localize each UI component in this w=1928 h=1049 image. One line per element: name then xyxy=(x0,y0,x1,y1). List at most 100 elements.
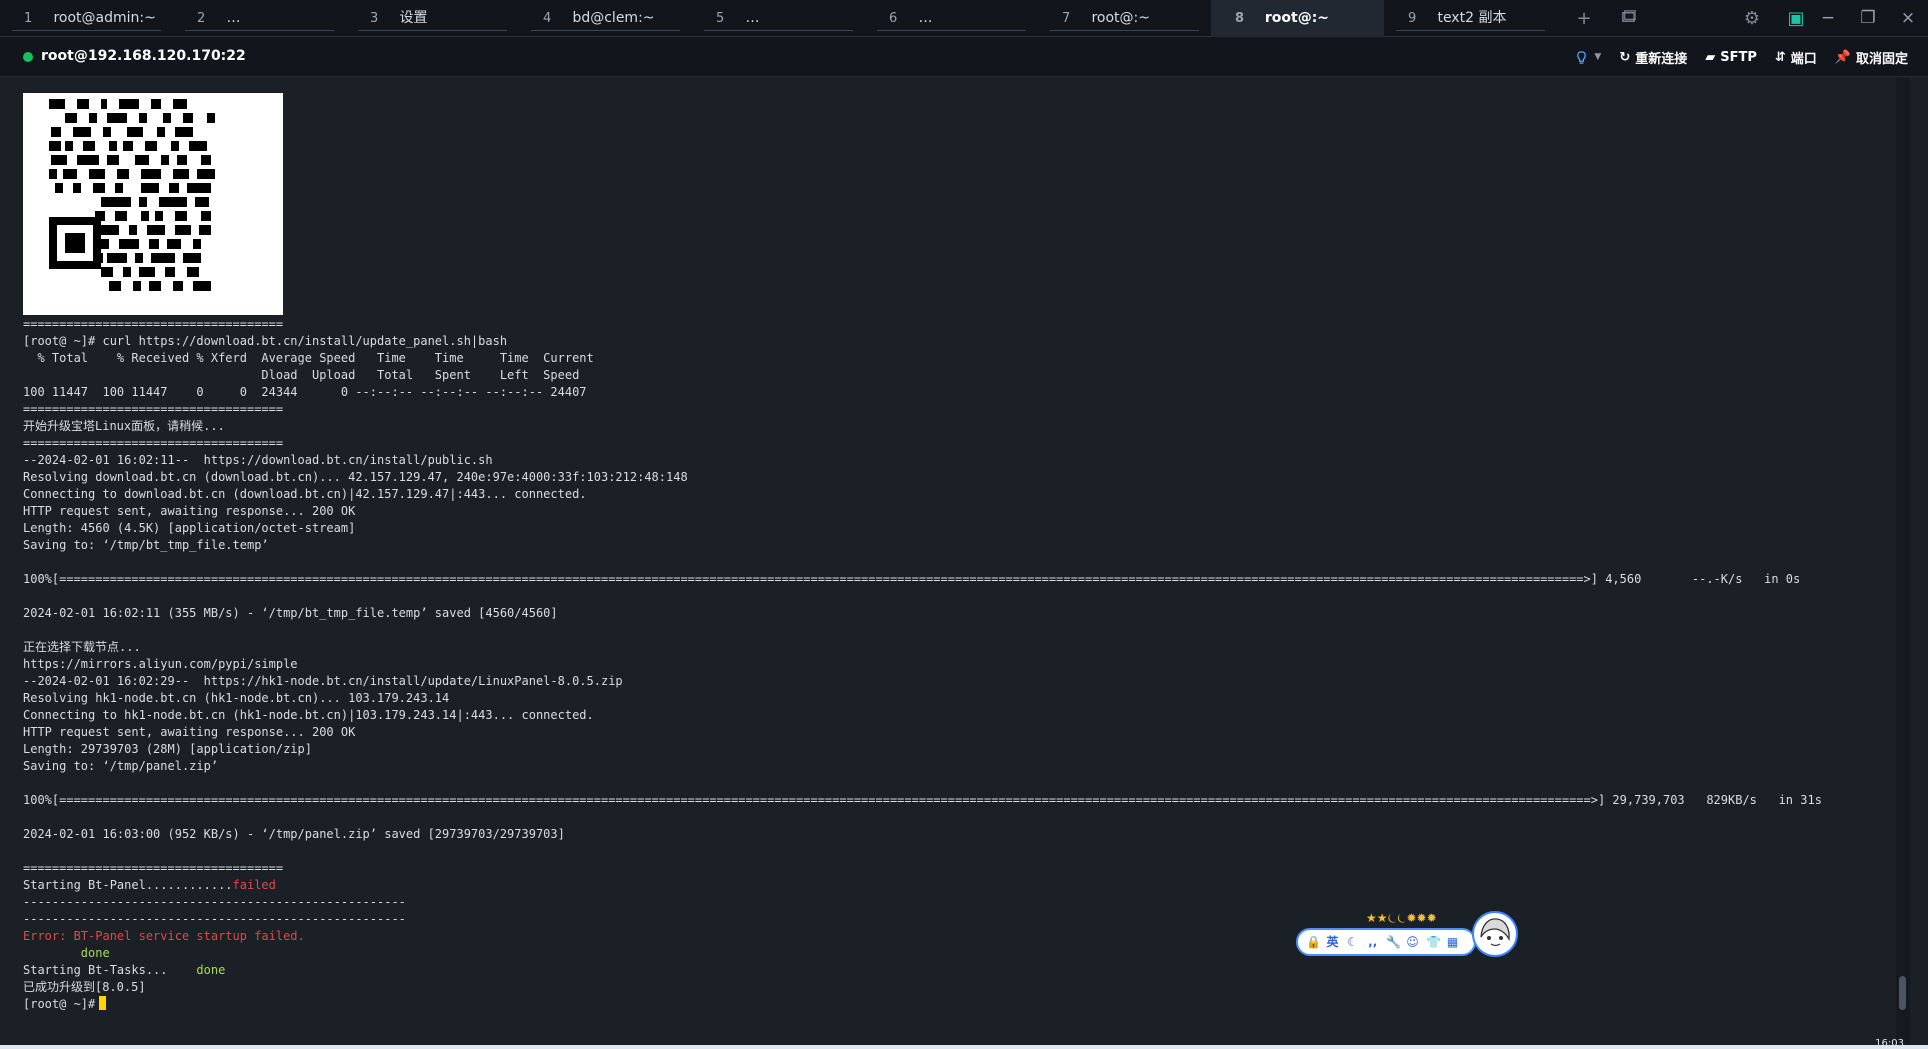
ime-floating-toolbar[interactable]: ★★⏾⏾✹✹✹ 🔒 英 ☾ ‚‚ 🔧 ☺ 👕 ▦ xyxy=(1296,911,1522,960)
plus-icon[interactable]: + xyxy=(1570,5,1598,33)
command-line: [root@ ~]# curl https://download.bt.cn/i… xyxy=(23,334,508,348)
punctuation-icon[interactable]: ‚‚ xyxy=(1366,935,1379,949)
length-public-line: Length: 4560 (4.5K) [application/octet-s… xyxy=(23,521,356,535)
success-line: 已成功升级到[8.0.5] xyxy=(23,980,146,994)
connection-status-icon xyxy=(23,52,33,62)
session-toolbar: root@192.168.120.170:22 ▼ ↻ 重新连接 ▰ SFTP … xyxy=(0,37,1928,77)
close-icon[interactable]: × xyxy=(1888,0,1928,37)
done-indent xyxy=(23,946,81,960)
tab-label: text2 副本 xyxy=(1437,10,1507,26)
tab-number: 4 xyxy=(543,11,552,26)
length-panel-line: Length: 29739703 (28M) [application/zip] xyxy=(23,742,312,756)
gear-icon[interactable]: ⚙ xyxy=(1738,5,1766,33)
unpin-button[interactable]: 📌 取消固定 xyxy=(1835,48,1908,67)
tab-number: 2 xyxy=(197,11,206,26)
light-bulb-icon xyxy=(1577,50,1587,64)
ime-toolbar-bar[interactable]: 🔒 英 ☾ ‚‚ 🔧 ☺ 👕 ▦ xyxy=(1296,928,1476,956)
restore-icon[interactable]: ❐ xyxy=(1848,0,1888,37)
windows-icon[interactable] xyxy=(1614,5,1642,33)
sftp-button[interactable]: ▰ SFTP xyxy=(1705,50,1757,65)
folder-icon: ▰ xyxy=(1705,49,1716,65)
tab-actions: + ⚙ ▣ xyxy=(1570,0,1810,37)
reconnect-button[interactable]: ↻ 重新连接 xyxy=(1619,48,1687,67)
tab-label: 设置 xyxy=(399,10,428,26)
shirt-icon[interactable]: 👕 xyxy=(1426,935,1441,949)
chevron-down-icon: ▼ xyxy=(1594,52,1602,62)
session-actions: ▼ ↻ 重新连接 ▰ SFTP ⇵ 端口 📌 取消固定 xyxy=(1574,45,1908,69)
tab-2[interactable]: 2 root@iZwz9e9sbu... xyxy=(173,0,346,37)
prompt-line[interactable]: [root@ ~]# xyxy=(23,996,1883,1013)
tab-label: root@:~ xyxy=(1091,10,1150,26)
terminal-viewport[interactable]: ==================================== [roo… xyxy=(8,78,1910,1045)
separator-line: ==================================== xyxy=(23,436,284,450)
tab-6[interactable]: 6 root@iZwz94jsfw... xyxy=(865,0,1038,37)
dash-line: ----------------------------------------… xyxy=(23,895,406,909)
http-public-line: HTTP request sent, awaiting response... … xyxy=(23,504,356,518)
lock-icon[interactable]: 🔒 xyxy=(1306,935,1321,949)
tab-number: 5 xyxy=(716,11,725,26)
tab-label: root@admin:~ xyxy=(53,10,156,26)
tab-label: root@iZwz9e9sbu... xyxy=(226,10,346,26)
separator-line: ==================================== xyxy=(23,861,284,875)
connecting-public-line: Connecting to download.bt.cn (download.b… xyxy=(23,487,587,501)
tab-number: 9 xyxy=(1408,11,1417,26)
upgrade-start-line: 开始升级宝塔Linux面板，请稍候... xyxy=(23,419,225,433)
failed-status: failed xyxy=(232,878,276,892)
done-line: done xyxy=(23,945,1883,962)
tab-number: 3 xyxy=(370,11,379,26)
tab-5[interactable]: 5 root@iZwz912pie... xyxy=(692,0,865,37)
tab-9[interactable]: 9 text2 副本 xyxy=(1384,0,1557,37)
sftp-label: SFTP xyxy=(1720,49,1757,65)
saved-panel-line: 2024-02-01 16:03:00 (952 KB/s) - ‘/tmp/p… xyxy=(23,827,565,841)
port-button[interactable]: ⇵ 端口 xyxy=(1775,48,1817,67)
starting-panel-text: Starting Bt-Panel............ xyxy=(23,878,233,892)
light-bulb-menu[interactable]: ▼ xyxy=(1574,50,1601,65)
tab-number: 8 xyxy=(1235,11,1245,26)
connecting-panel-line: Connecting to hk1-node.bt.cn (hk1-node.b… xyxy=(23,708,594,722)
done-status: done xyxy=(80,946,110,960)
emoji-icon[interactable]: ☺ xyxy=(1406,935,1419,949)
tab-8-active[interactable]: 8 root@:~ xyxy=(1211,0,1384,37)
tab-7[interactable]: 7 root@:~ xyxy=(1038,0,1211,37)
reconnect-label: 重新连接 xyxy=(1635,51,1688,67)
selecting-node-line: 正在选择下载节点... xyxy=(23,640,141,654)
pin-icon: 📌 xyxy=(1834,49,1851,65)
curl-progress-line: 100 11447 100 11447 0 0 24344 0 --:--:--… xyxy=(23,385,587,399)
tab-label: bd@clem:~ xyxy=(572,10,655,26)
gift-icon[interactable]: ▣ xyxy=(1782,5,1810,33)
tab-number: 1 xyxy=(24,11,33,26)
terminal-scrollbar[interactable] xyxy=(1896,78,1910,1045)
mirror-line: https://mirrors.aliyun.com/pypi/simple xyxy=(23,657,298,671)
wrench-icon[interactable]: 🔧 xyxy=(1386,935,1401,949)
unpin-label: 取消固定 xyxy=(1855,51,1908,67)
tab-1[interactable]: 1 root@admin:~ xyxy=(0,0,173,37)
separator-line: ==================================== xyxy=(23,402,284,416)
tab-4[interactable]: 4 bd@clem:~ xyxy=(519,0,692,37)
taskbar-edge xyxy=(0,1045,1928,1049)
english-mode-button[interactable]: 英 xyxy=(1326,935,1339,949)
session-title: root@192.168.120.170:22 xyxy=(41,48,246,64)
terminal-cursor xyxy=(99,996,107,1010)
separator-line: ==================================== xyxy=(23,317,284,331)
minimize-icon[interactable]: − xyxy=(1808,0,1848,37)
port-icon: ⇵ xyxy=(1774,49,1786,65)
http-panel-line: HTTP request sent, awaiting response... … xyxy=(23,725,356,739)
starting-tasks-text: Starting Bt-Tasks... xyxy=(23,963,197,977)
resolving-public-line: Resolving download.bt.cn (download.bt.cn… xyxy=(23,470,688,484)
moon-icon[interactable]: ☾ xyxy=(1346,935,1359,949)
grid-icon[interactable]: ▦ xyxy=(1446,935,1459,949)
scrollbar-thumb[interactable] xyxy=(1899,976,1906,1010)
starting-panel-line: Starting Bt-Panel............failed xyxy=(23,877,1883,894)
windows-icon-shape xyxy=(1621,9,1636,22)
curl-header-line: Dload Upload Total Spent Left Speed xyxy=(23,368,580,382)
terminal-output: ==================================== [roo… xyxy=(23,316,1883,1013)
avatar[interactable] xyxy=(1472,911,1518,957)
tab-3[interactable]: 3 设置 xyxy=(346,0,519,37)
starting-tasks-line: Starting Bt-Tasks... done xyxy=(23,962,1883,979)
system-clock: 16:03 xyxy=(1875,1038,1904,1049)
error-line: Error: BT-Panel service startup failed. xyxy=(23,929,305,943)
